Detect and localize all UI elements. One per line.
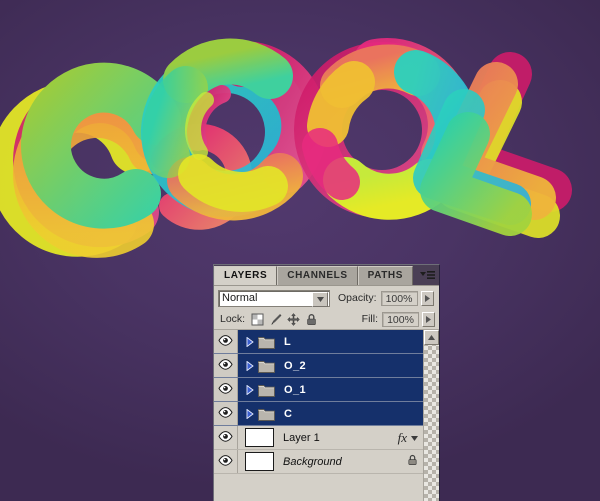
tab-channels[interactable]: CHANNELS <box>277 266 358 285</box>
visibility-toggle[interactable] <box>214 378 238 401</box>
blend-mode-value: Normal <box>222 291 258 304</box>
layer-row-o-1[interactable]: O_1 <box>214 378 424 402</box>
expand-triangle-icon[interactable] <box>244 360 255 371</box>
opacity-stepper[interactable] <box>420 290 434 306</box>
opacity-label: Opacity: <box>338 292 377 304</box>
blend-mode-select[interactable]: Normal <box>218 289 330 307</box>
cool-artwork <box>0 0 600 300</box>
visibility-toggle[interactable] <box>214 426 238 449</box>
blend-mode-row: Normal Opacity: 100% <box>214 286 439 308</box>
visibility-toggle[interactable] <box>214 330 238 353</box>
folder-icon <box>258 407 275 421</box>
eye-icon <box>218 406 233 421</box>
layers-scrollbar[interactable] <box>423 330 439 501</box>
move-lock-icon[interactable] <box>287 312 300 326</box>
panel-tabstrip: LAYERS CHANNELS PATHS <box>214 265 439 286</box>
fx-icon[interactable]: fx <box>398 430 407 446</box>
transparency-lock-icon[interactable] <box>251 313 264 326</box>
lock-icon <box>407 454 418 469</box>
lock-row: Lock: Fill: 100% <box>214 308 439 330</box>
layers-panel: LAYERS CHANNELS PATHS Normal Opacity: 10… <box>213 264 440 501</box>
layer-name: C <box>284 407 293 420</box>
brush-lock-icon[interactable] <box>269 313 282 326</box>
layer-thumbnail[interactable] <box>245 428 274 447</box>
fx-expand-icon[interactable] <box>411 432 418 444</box>
fill-stepper[interactable] <box>422 311 435 327</box>
fill-input[interactable]: 100% <box>382 311 419 327</box>
visibility-toggle[interactable] <box>214 450 238 473</box>
layer-row-o-2[interactable]: O_2 <box>214 354 424 378</box>
layer-row-l[interactable]: L <box>214 330 424 354</box>
layer-name: Background <box>283 455 342 468</box>
folder-icon <box>258 359 275 373</box>
layer-name: Layer 1 <box>283 431 320 444</box>
layer-row-icons <box>407 454 424 469</box>
fill-label: Fill: <box>361 313 378 325</box>
scroll-up-icon[interactable] <box>424 330 439 345</box>
eye-icon <box>218 382 233 397</box>
layer-row-background[interactable]: Background <box>214 450 424 474</box>
chevron-down-icon[interactable] <box>312 291 328 307</box>
tab-paths[interactable]: PATHS <box>357 266 414 285</box>
layer-name: O_2 <box>284 359 306 372</box>
lock-label: Lock: <box>220 313 246 325</box>
layer-thumbnail[interactable] <box>245 452 274 471</box>
all-lock-icon[interactable] <box>305 313 318 326</box>
opacity-input[interactable]: 100% <box>380 290 418 306</box>
expand-triangle-icon[interactable] <box>244 408 255 419</box>
panel-menu-icon[interactable] <box>418 268 436 282</box>
expand-triangle-icon[interactable] <box>244 336 255 347</box>
screenshot-root: LAYERS CHANNELS PATHS Normal Opacity: 10… <box>0 0 600 501</box>
layer-row-c[interactable]: C <box>214 402 424 426</box>
eye-icon <box>218 334 233 349</box>
folder-icon <box>258 335 275 349</box>
visibility-toggle[interactable] <box>214 354 238 377</box>
folder-icon <box>258 383 275 397</box>
eye-icon <box>218 430 233 445</box>
eye-icon <box>218 454 233 469</box>
layers-list[interactable]: L O_2 O_1 C Layer 1 fx Background <box>214 330 439 501</box>
expand-triangle-icon[interactable] <box>244 384 255 395</box>
layer-name: O_1 <box>284 383 306 396</box>
layer-row-layer-1[interactable]: Layer 1 fx <box>214 426 424 450</box>
tab-layers[interactable]: LAYERS <box>214 266 278 285</box>
visibility-toggle[interactable] <box>214 402 238 425</box>
eye-icon <box>218 358 233 373</box>
layer-name: L <box>284 335 292 348</box>
layer-row-icons: fx <box>398 430 424 446</box>
